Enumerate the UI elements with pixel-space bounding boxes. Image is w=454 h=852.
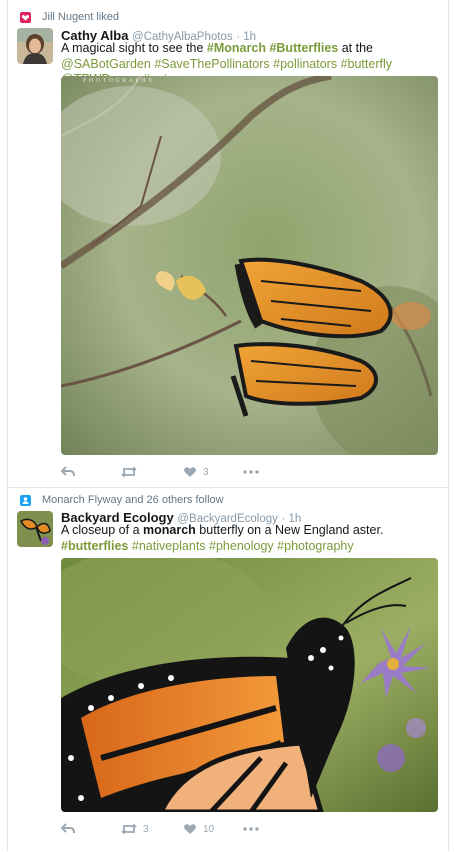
mention-link[interactable]: @SABotGarden xyxy=(61,57,151,71)
tweet-actions: 3 xyxy=(61,464,361,480)
more-button[interactable] xyxy=(243,464,259,480)
avatar[interactable] xyxy=(17,28,53,64)
reply-button[interactable] xyxy=(61,821,75,837)
text-segment: butterfly on a New England aster. xyxy=(195,523,384,537)
like-count: 3 xyxy=(203,466,209,478)
text-segment: A closeup of a xyxy=(61,523,144,537)
text-segment: A magical sight to see the xyxy=(61,41,207,55)
retweet-icon xyxy=(121,823,137,835)
retweet-button[interactable] xyxy=(121,464,143,480)
reply-button[interactable] xyxy=(61,464,75,480)
hashtag-link[interactable]: #nativeplants xyxy=(132,539,206,553)
hashtag-link[interactable]: #Butterflies xyxy=(269,41,338,55)
tweet-photo[interactable]: PHOTOGRAPHY xyxy=(61,76,438,455)
heart-icon xyxy=(184,467,196,477)
more-icon xyxy=(243,827,259,831)
tweet-text: A closeup of a monarch butterfly on a Ne… xyxy=(61,523,441,554)
hashtag-link[interactable]: #SaveThePollinators xyxy=(154,57,269,71)
hashtag-link[interactable]: #Monarch xyxy=(207,41,266,55)
tweet-cathy-alba[interactable]: Jill Nugent liked Cathy Alba @CathyAlbaP… xyxy=(8,0,448,487)
tweet-backyard-ecology[interactable]: Monarch Flyway and 26 others follow Back… xyxy=(8,487,448,852)
text-segment: at the xyxy=(338,41,373,55)
retweet-icon xyxy=(121,466,137,478)
hashtag-link[interactable]: #photography xyxy=(277,539,353,553)
tweet-context: Monarch Flyway and 26 others follow xyxy=(20,494,224,506)
hashtag-link[interactable]: #butterflies xyxy=(61,539,128,553)
hashtag-link[interactable]: #pollinators xyxy=(273,57,337,71)
context-text: Jill Nugent liked xyxy=(42,11,120,23)
retweet-button[interactable]: 3 xyxy=(121,821,149,837)
more-icon xyxy=(243,470,259,474)
reply-icon xyxy=(61,466,75,477)
hashtag-link[interactable]: #phenology xyxy=(209,539,274,553)
avatar[interactable] xyxy=(17,511,53,547)
tweet-photo[interactable] xyxy=(61,558,438,812)
retweet-count: 3 xyxy=(143,823,149,835)
tweet-actions: 3 10 xyxy=(61,821,361,837)
like-button[interactable]: 10 xyxy=(183,821,214,837)
timeline-column: Jill Nugent liked Cathy Alba @CathyAlbaP… xyxy=(7,0,449,851)
tweet-context: Jill Nugent liked xyxy=(20,11,120,23)
heart-badge-icon xyxy=(20,12,31,23)
hashtag-link[interactable]: #butterfly xyxy=(341,57,392,71)
text-segment: monarch xyxy=(143,523,196,537)
like-count: 10 xyxy=(203,823,215,835)
like-button[interactable]: 3 xyxy=(183,464,209,480)
reply-icon xyxy=(61,823,75,834)
context-text: Monarch Flyway and 26 others follow xyxy=(42,494,224,506)
heart-icon xyxy=(184,824,196,834)
photo-watermark: PHOTOGRAPHY xyxy=(83,78,156,84)
more-button[interactable] xyxy=(243,821,259,837)
person-badge-icon xyxy=(20,495,31,506)
